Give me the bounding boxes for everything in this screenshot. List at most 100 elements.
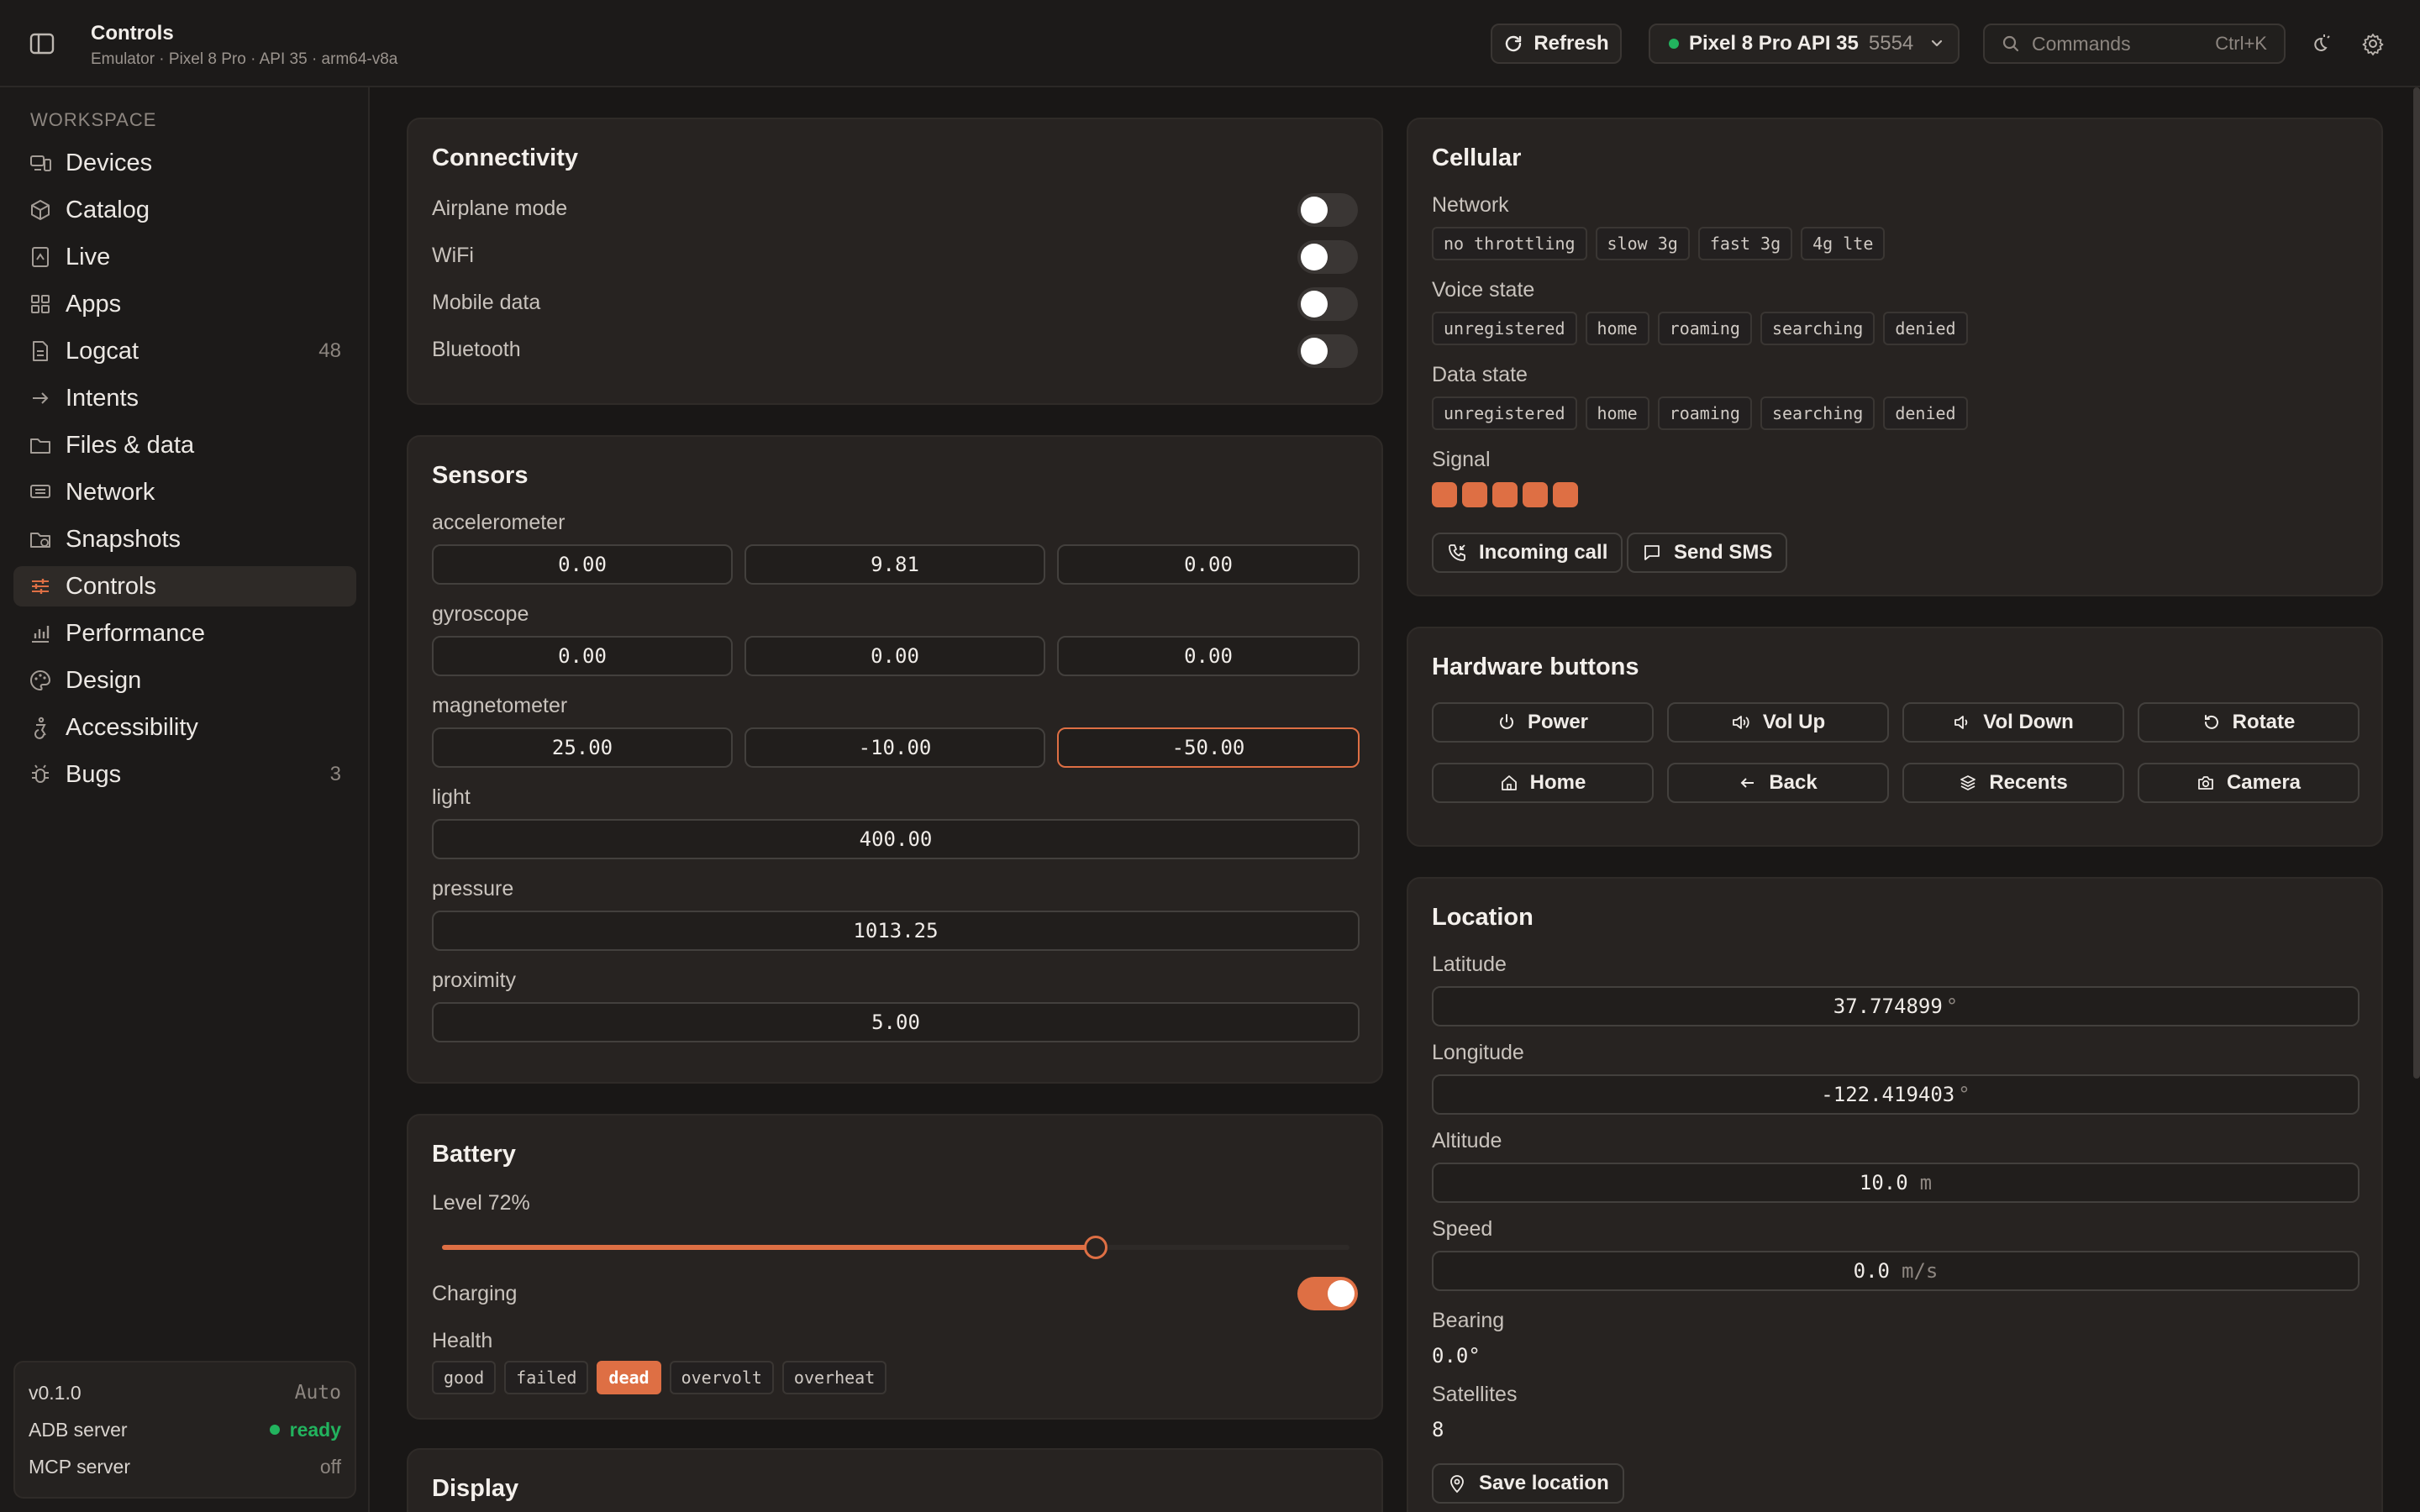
health-option-dead[interactable]: dead bbox=[597, 1361, 661, 1394]
gyroscope-y-field[interactable]: 0.00 bbox=[744, 636, 1045, 676]
recents-button[interactable]: Recents bbox=[1902, 763, 2124, 803]
altitude-label: Altitude bbox=[1432, 1129, 1502, 1152]
gyroscope-x-field[interactable]: 0.00 bbox=[432, 636, 733, 676]
adb-server-label: ADB server bbox=[29, 1418, 128, 1441]
bearing-value: 0.0° bbox=[1432, 1344, 1481, 1368]
network-option-slow-3g[interactable]: slow 3g bbox=[1595, 227, 1690, 260]
voice-option-searching[interactable]: searching bbox=[1760, 312, 1876, 345]
cellular-card: Cellular Network no throttling slow 3g f… bbox=[1407, 118, 2383, 596]
signal-level-5[interactable] bbox=[1553, 482, 1578, 507]
network-option-4g-lte[interactable]: 4g lte bbox=[1801, 227, 1886, 260]
voice-option-denied[interactable]: denied bbox=[1883, 312, 1968, 345]
sidebar-item-label: Snapshots bbox=[66, 525, 182, 553]
sidebar-toggle-icon[interactable] bbox=[29, 30, 55, 57]
settings-gear-icon[interactable] bbox=[2361, 32, 2385, 55]
battery-level-slider[interactable] bbox=[442, 1230, 1349, 1263]
mobile-data-toggle[interactable] bbox=[1297, 287, 1358, 321]
location-card: Location Latitude 37.774899 ° Longitude -… bbox=[1407, 877, 2383, 1512]
data-state-label: Data state bbox=[1432, 363, 1528, 386]
health-option-failed[interactable]: failed bbox=[504, 1361, 589, 1394]
signal-level-1[interactable] bbox=[1432, 482, 1457, 507]
data-option-searching[interactable]: searching bbox=[1760, 396, 1876, 430]
sidebar-item-snapshots[interactable]: Snapshots bbox=[13, 519, 356, 559]
sidebar-item-apps[interactable]: Apps bbox=[13, 284, 356, 324]
signal-level-2[interactable] bbox=[1462, 482, 1487, 507]
sidebar-item-devices[interactable]: Devices bbox=[13, 143, 356, 183]
slider-thumb[interactable] bbox=[1084, 1236, 1107, 1259]
incoming-call-button[interactable]: Incoming call bbox=[1432, 533, 1623, 573]
voice-option-roaming[interactable]: roaming bbox=[1657, 312, 1752, 345]
pressure-field[interactable]: 1013.25 bbox=[432, 911, 1360, 951]
voice-option-unregistered[interactable]: unregistered bbox=[1432, 312, 1577, 345]
home-button[interactable]: Home bbox=[1432, 763, 1654, 803]
proximity-field[interactable]: 5.00 bbox=[432, 1002, 1360, 1042]
accelerometer-z-field[interactable]: 0.00 bbox=[1057, 544, 1360, 585]
sidebar-item-catalog[interactable]: Catalog bbox=[13, 190, 356, 230]
device-online-dot bbox=[1669, 39, 1679, 49]
live-icon bbox=[29, 245, 52, 269]
signal-level-4[interactable] bbox=[1523, 482, 1548, 507]
accelerometer-y-field[interactable]: 9.81 bbox=[744, 544, 1045, 585]
charging-toggle[interactable] bbox=[1297, 1277, 1358, 1310]
bar-chart-icon bbox=[29, 622, 52, 645]
send-sms-button[interactable]: Send SMS bbox=[1627, 533, 1788, 573]
data-option-unregistered[interactable]: unregistered bbox=[1432, 396, 1577, 430]
bluetooth-toggle[interactable] bbox=[1297, 334, 1358, 368]
sidebar-item-label: Controls bbox=[66, 572, 156, 600]
airplane-mode-toggle[interactable] bbox=[1297, 193, 1358, 227]
data-option-denied[interactable]: denied bbox=[1883, 396, 1968, 430]
network-option-no-throttling[interactable]: no throttling bbox=[1432, 227, 1587, 260]
bugs-count-badge: 3 bbox=[329, 763, 341, 785]
sidebar-item-live[interactable]: Live bbox=[13, 237, 356, 277]
sidebar-item-bugs[interactable]: Bugs 3 bbox=[13, 754, 356, 795]
sidebar-item-network[interactable]: Network bbox=[13, 472, 356, 512]
sidebar-item-controls[interactable]: Controls bbox=[13, 566, 356, 606]
volume-down-button[interactable]: Vol Down bbox=[1902, 702, 2124, 743]
network-option-fast-3g[interactable]: fast 3g bbox=[1697, 227, 1793, 260]
main-scrollbar[interactable] bbox=[2413, 87, 2420, 1079]
theme-toggle-icon[interactable] bbox=[2307, 32, 2331, 55]
devices-icon bbox=[29, 151, 52, 175]
health-option-overvolt[interactable]: overvolt bbox=[669, 1361, 774, 1394]
sensors-title: Sensors bbox=[432, 462, 529, 489]
longitude-field[interactable]: -122.419403 ° bbox=[1432, 1074, 2360, 1115]
wifi-toggle[interactable] bbox=[1297, 240, 1358, 274]
device-selector[interactable]: Pixel 8 Pro API 35 5554 bbox=[1649, 24, 1960, 64]
camera-button[interactable]: Camera bbox=[2138, 763, 2360, 803]
magnetometer-z-field[interactable]: -50.00 bbox=[1057, 727, 1360, 768]
send-sms-label: Send SMS bbox=[1674, 541, 1773, 564]
sidebar-item-files[interactable]: Files & data bbox=[13, 425, 356, 465]
save-location-button[interactable]: Save location bbox=[1432, 1463, 1624, 1504]
rotate-button[interactable]: Rotate bbox=[2138, 702, 2360, 743]
home-label: Home bbox=[1529, 771, 1586, 794]
sidebar-nav: Devices Catalog Live Apps Logcat 48 Inte… bbox=[13, 143, 356, 801]
health-option-good[interactable]: good bbox=[432, 1361, 497, 1394]
voice-option-home[interactable]: home bbox=[1585, 312, 1649, 345]
data-option-home[interactable]: home bbox=[1585, 396, 1649, 430]
gyroscope-z-field[interactable]: 0.00 bbox=[1057, 636, 1360, 676]
power-button[interactable]: Power bbox=[1432, 702, 1654, 743]
magnetometer-y-field[interactable]: -10.00 bbox=[744, 727, 1045, 768]
altitude-field[interactable]: 10.0 m bbox=[1432, 1163, 2360, 1203]
theme-mode[interactable]: Auto bbox=[295, 1382, 341, 1404]
magnetometer-x-field[interactable]: 25.00 bbox=[432, 727, 733, 768]
sidebar-item-accessibility[interactable]: Accessibility bbox=[13, 707, 356, 748]
speed-field[interactable]: 0.0 m/s bbox=[1432, 1251, 2360, 1291]
signal-level-3[interactable] bbox=[1492, 482, 1518, 507]
sidebar-item-intents[interactable]: Intents bbox=[13, 378, 356, 418]
refresh-label: Refresh bbox=[1534, 32, 1609, 55]
sidebar-item-logcat[interactable]: Logcat 48 bbox=[13, 331, 356, 371]
refresh-button[interactable]: Refresh bbox=[1491, 24, 1622, 64]
data-option-roaming[interactable]: roaming bbox=[1657, 396, 1752, 430]
health-option-overheat[interactable]: overheat bbox=[781, 1361, 887, 1394]
light-field[interactable]: 400.00 bbox=[432, 819, 1360, 859]
latitude-field[interactable]: 37.774899 ° bbox=[1432, 986, 2360, 1026]
sidebar-item-design[interactable]: Design bbox=[13, 660, 356, 701]
volume-up-button[interactable]: Vol Up bbox=[1667, 702, 1889, 743]
wifi-label: WiFi bbox=[432, 244, 474, 267]
sidebar-item-performance[interactable]: Performance bbox=[13, 613, 356, 654]
back-button[interactable]: Back bbox=[1667, 763, 1889, 803]
command-search-input[interactable]: Commands Ctrl+K bbox=[1983, 24, 2286, 64]
speed-unit: m/s bbox=[1902, 1259, 1939, 1283]
accelerometer-x-field[interactable]: 0.00 bbox=[432, 544, 733, 585]
